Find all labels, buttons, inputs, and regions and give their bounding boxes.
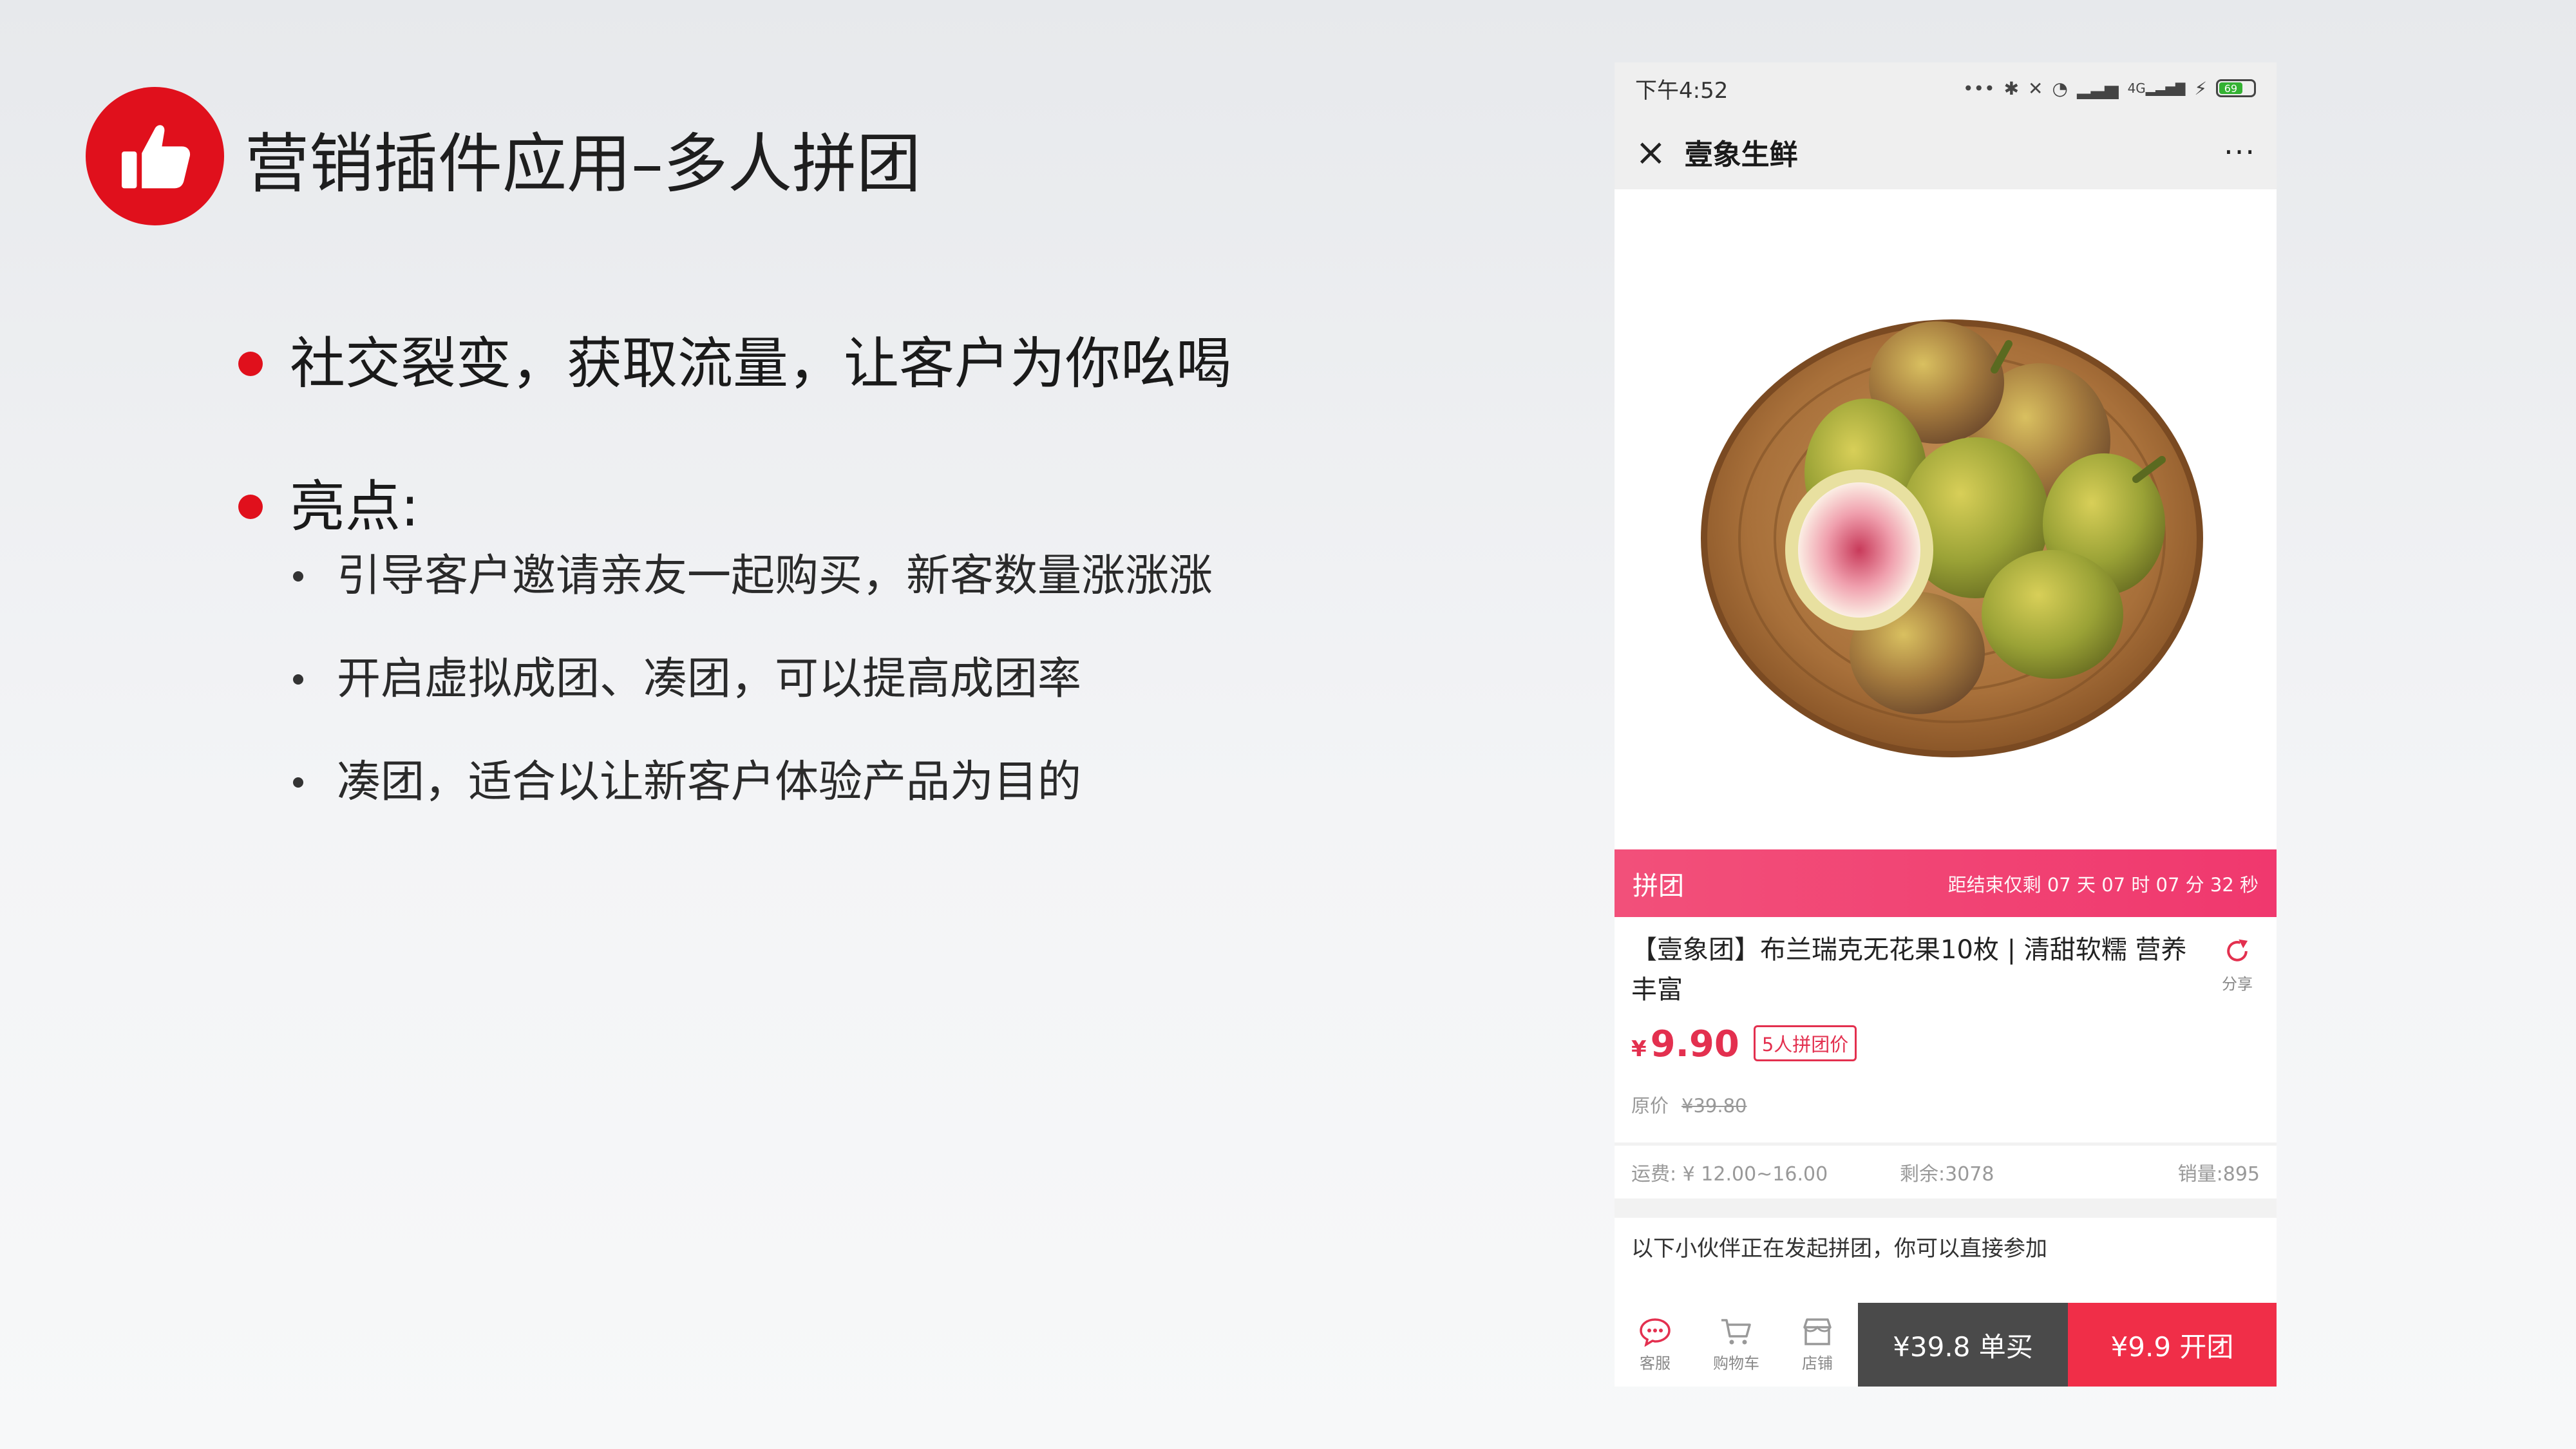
sub-bullet-dot: [293, 571, 303, 582]
shipping-fee: 运费: ¥ 12.00~16.00: [1631, 1163, 1828, 1186]
start-group-button[interactable]: ¥9.9 开团: [2068, 1303, 2277, 1387]
thumbs-up-logo: [86, 87, 224, 225]
group-promo-bar: 拼团 距结束仅剩 07 天 07 时 07 分 32 秒: [1615, 849, 2277, 917]
wifi-signal-icon: ▂▃▅: [2076, 77, 2119, 99]
page-title: 营销插件应用–多人拼团: [245, 126, 921, 202]
shop-name: 壹象生鲜: [1684, 138, 1798, 171]
group-price: 9.90: [1650, 1023, 1739, 1065]
bullet-dot: [238, 352, 263, 376]
sub-bullet: 开启虚拟成团、凑团，可以提高成团率: [293, 647, 1081, 712]
store-icon: [1803, 1318, 1832, 1345]
charging-icon: ⚡: [2194, 77, 2207, 99]
more-menu-icon[interactable]: ···: [2224, 135, 2256, 169]
original-price: 原价 ¥39.80: [1631, 1091, 1747, 1118]
sub-bullet-text: 开启虚拟成团、凑团，可以提高成团率: [337, 654, 1082, 705]
status-time: 下午4:52: [1635, 77, 1728, 104]
sales-count: 销量:895: [2177, 1163, 2260, 1186]
countdown: 距结束仅剩 07 天 07 时 07 分 32 秒: [1947, 873, 2259, 896]
status-icons: ••• ✱ ✕ ◔ ▂▃▅ 4G▂▃▅▇ ⚡ 69: [1963, 78, 2256, 99]
stock-remaining: 剩余:3078: [1900, 1163, 1994, 1186]
group-notice: 以下小伙伴正在发起拼团，你可以直接参加: [1631, 1236, 2047, 1262]
fig-basket-image: [1701, 319, 2203, 757]
bottom-action-bar: 客服 购物车 店铺 ¥39.8 单买 ¥9.9 开团: [1615, 1303, 2277, 1387]
status-bar: 下午4:52 ••• ✱ ✕ ◔ ▂▃▅ 4G▂▃▅▇ ⚡ 69: [1615, 62, 2277, 114]
product-stats: 运费: ¥ 12.00~16.00 剩余:3078 销量:895: [1615, 1146, 2277, 1198]
close-icon[interactable]: ×: [1635, 133, 1667, 171]
bluetooth-icon: ✱: [2003, 77, 2020, 99]
customer-service-button[interactable]: 客服: [1615, 1303, 1696, 1387]
product-image[interactable]: [1615, 189, 2277, 849]
store-button[interactable]: 店铺: [1777, 1303, 1858, 1387]
single-buy-button[interactable]: ¥39.8 单买: [1858, 1303, 2068, 1387]
sub-bullet: 引导客户邀请亲友一起购买，新客数量涨涨涨: [293, 544, 1213, 609]
store-label: 店铺: [1802, 1354, 1833, 1372]
bullet-dot: [238, 495, 263, 519]
dots-icon: •••: [1963, 77, 1995, 99]
sub-bullet: 凑团，适合以让新客户体验产品为目的: [293, 750, 1081, 815]
sub-bullet-dot: [293, 674, 303, 685]
sub-bullet-text: 引导客户邀请亲友一起购买，新客数量涨涨涨: [337, 551, 1213, 601]
group-price-tag: 5人拼团价: [1753, 1025, 1857, 1061]
share-button[interactable]: 分享: [2215, 936, 2260, 994]
cart-label: 购物车: [1713, 1354, 1759, 1372]
battery-level: 69: [2219, 82, 2242, 95]
product-name: 【壹象团】布兰瑞克无花果10枚 | 清甜软糯 营养丰富: [1631, 935, 2187, 1005]
original-price-label: 原价: [1631, 1095, 1669, 1117]
battery-icon: 69: [2216, 79, 2256, 97]
original-price-value: ¥39.80: [1681, 1095, 1747, 1117]
cart-icon: [1721, 1318, 1751, 1344]
share-icon: [2227, 939, 2248, 961]
share-label: 分享: [2222, 975, 2253, 993]
sub-bullet-text: 凑团，适合以让新客户体验产品为目的: [337, 757, 1082, 808]
promo-label: 拼团: [1633, 871, 1684, 901]
sub-bullet-dot: [293, 777, 303, 788]
price-row: ¥ 9.90 5人拼团价: [1631, 1023, 1857, 1066]
nav-bar: × 壹象生鲜 ···: [1615, 114, 2277, 189]
bullet-text: 社交裂变，获取流量，让客户为你吆喝: [290, 332, 1231, 396]
cell-signal-icon: 4G▂▃▅▇: [2127, 80, 2186, 96]
thumbs-up-icon: [121, 124, 190, 188]
alarm-icon: ◔: [2052, 77, 2068, 99]
bullet-text: 亮点:: [290, 475, 419, 539]
mute-icon: ✕: [2028, 77, 2043, 99]
ongoing-groups-section: 以下小伙伴正在发起拼团，你可以直接参加: [1615, 1218, 2277, 1303]
cart-button[interactable]: 购物车: [1696, 1303, 1777, 1387]
phone-screenshot: 下午4:52 ••• ✱ ✕ ◔ ▂▃▅ 4G▂▃▅▇ ⚡ 69 × 壹象生鲜 …: [1615, 62, 2277, 1387]
bullet-social: 社交裂变，获取流量，让客户为你吆喝: [238, 325, 1231, 402]
chat-icon: [1640, 1318, 1671, 1347]
service-label: 客服: [1640, 1354, 1671, 1372]
currency-symbol: ¥: [1631, 1036, 1647, 1062]
product-info: 【壹象团】布兰瑞克无花果10枚 | 清甜软糯 营养丰富 分享 ¥ 9.90 5人…: [1615, 917, 2277, 1142]
bullet-highlights: 亮点:: [238, 468, 419, 545]
